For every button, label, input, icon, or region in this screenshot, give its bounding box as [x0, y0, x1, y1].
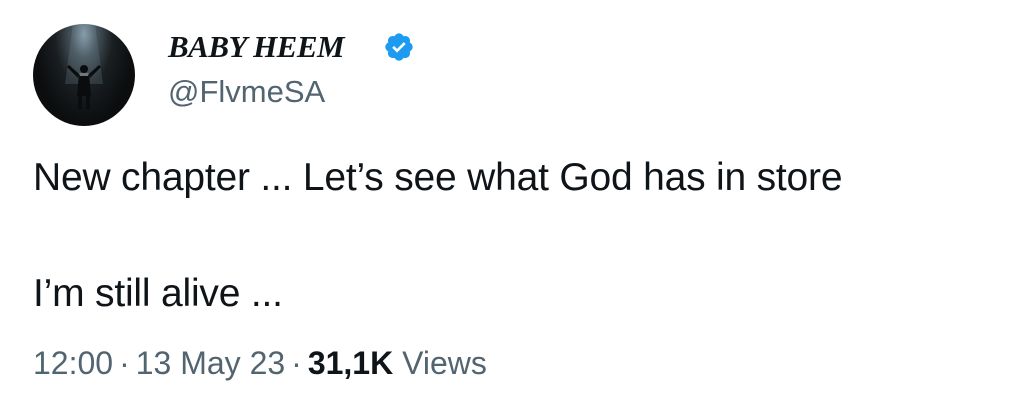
- person-on-stage-icon: [65, 24, 103, 109]
- author-handle[interactable]: @FlvmeSA: [168, 74, 325, 110]
- tweet-text-line: New chapter ... Let’s see what God has i…: [33, 156, 843, 199]
- author-display-name[interactable]: BABY HEEM: [168, 30, 345, 64]
- author-avatar[interactable]: [33, 24, 135, 126]
- meta-separator: ·: [119, 345, 130, 381]
- verified-badge-icon[interactable]: [383, 31, 415, 63]
- tweet-date[interactable]: 13 May 23: [136, 345, 285, 381]
- tweet-time[interactable]: 12:00: [33, 345, 113, 381]
- tweet-text-line: I’m still alive ...: [33, 272, 283, 315]
- meta-separator: ·: [291, 345, 302, 381]
- tweet-metadata: 12:00 · 13 May 23 · 31,1K Views: [33, 343, 487, 383]
- tweet-card: BABY HEEM @FlvmeSA New chapter ... Let’s…: [0, 0, 1019, 405]
- views-label: Views: [402, 345, 487, 381]
- views-count[interactable]: 31,1K: [308, 345, 393, 381]
